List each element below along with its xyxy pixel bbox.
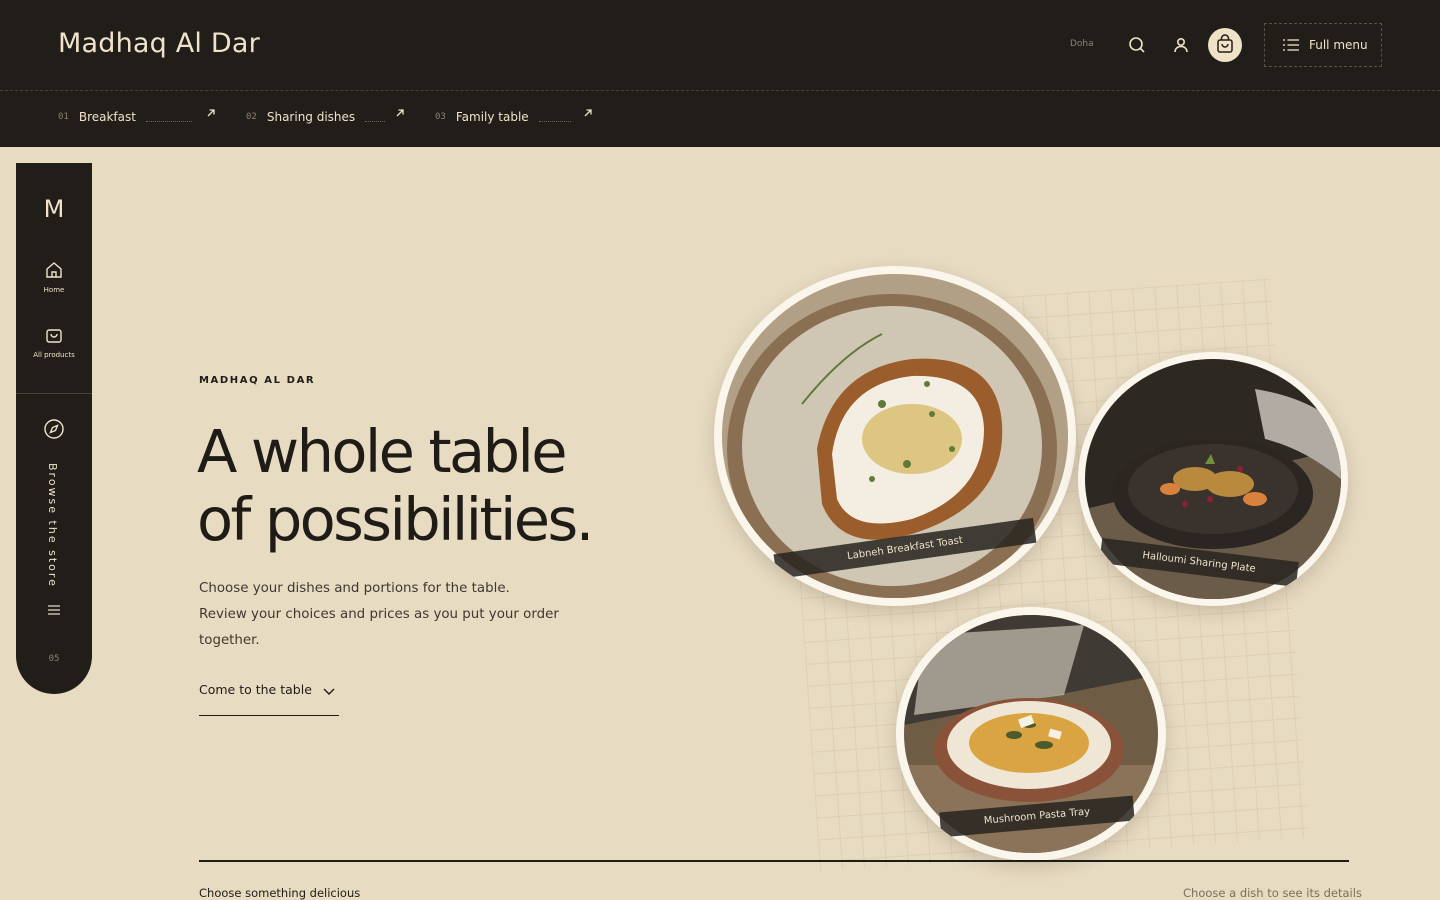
sidebar-item-label: Home <box>43 286 65 294</box>
menu-list-icon <box>1283 39 1299 51</box>
sidebar-count: 05 <box>48 654 60 664</box>
cart-icon <box>1217 34 1233 53</box>
sidebar-logo[interactable]: M <box>16 195 92 223</box>
category-link-breakfast[interactable]: 01 Breakfast <box>58 110 192 124</box>
bag-icon <box>46 329 62 343</box>
category-number: 02 <box>246 112 257 122</box>
headline-line: A whole table <box>197 417 568 486</box>
user-icon[interactable] <box>1170 34 1192 56</box>
category-dots <box>538 120 571 122</box>
category-number: 01 <box>58 112 69 122</box>
category-link-sharing[interactable]: 02 Sharing dishes <box>246 110 386 124</box>
category-number: 03 <box>435 112 446 122</box>
headline-line: of possibilities. <box>197 485 594 554</box>
search-icon[interactable] <box>1126 34 1148 56</box>
dish-card-halloumi[interactable]: Halloumi Sharing Plate <box>1078 352 1348 606</box>
dish-card-pasta[interactable]: Mushroom Pasta Tray <box>896 607 1166 861</box>
hero-subtext: Choose your dishes and portions for the … <box>199 576 559 654</box>
city-selector[interactable]: Doha <box>1070 39 1094 49</box>
brand-name[interactable]: Madhaq Al Dar <box>58 28 260 59</box>
sidebar-separator <box>16 393 92 394</box>
section-label-right: Choose a dish to see its details <box>1183 886 1362 900</box>
category-dots <box>145 120 192 122</box>
cart-button[interactable] <box>1208 28 1242 62</box>
category-label: Family table <box>455 110 529 124</box>
category-label: Sharing dishes <box>266 110 356 124</box>
browse-store-link[interactable]: Browse the store <box>46 463 59 588</box>
section-label-left: Choose something delicious <box>199 886 361 900</box>
arrow-up-right-icon[interactable] <box>206 108 216 118</box>
sidebar-item-home[interactable]: Home <box>16 260 92 294</box>
category-label: Breakfast <box>78 110 136 124</box>
category-dots <box>365 120 386 122</box>
subtext-line: Review your choices and prices as you pu… <box>199 607 559 648</box>
come-to-table-button[interactable]: Come to the table <box>199 682 339 716</box>
compass-icon[interactable] <box>43 418 65 440</box>
sidebar-item-all-products[interactable]: All products <box>16 325 92 359</box>
arrow-up-right-icon[interactable] <box>395 108 405 118</box>
section-rule <box>199 860 1349 862</box>
hero-eyebrow: MADHAQ AL DAR <box>199 375 316 386</box>
header-divider <box>0 90 1440 91</box>
sidebar-item-label: All products <box>33 351 75 359</box>
full-menu-button[interactable]: Full menu <box>1264 23 1382 67</box>
hero-headline: A whole table of possibilities. <box>197 418 717 554</box>
chevron-down-icon <box>323 688 335 695</box>
subtext-line: Choose your dishes and portions for the … <box>199 581 510 596</box>
sidebar: M Home All products Browse the store 05 <box>16 163 92 694</box>
dish-card-labneh[interactable]: Labneh Breakfast Toast <box>714 266 1076 606</box>
hamburger-icon[interactable] <box>48 604 60 616</box>
arrow-up-right-icon[interactable] <box>583 108 593 118</box>
home-icon <box>46 262 62 278</box>
top-header: Madhaq Al Dar Doha Full menu 01 Breakfas… <box>0 0 1440 147</box>
full-menu-label: Full menu <box>1309 38 1368 52</box>
cta-label: Come to the table <box>199 682 312 697</box>
category-link-family[interactable]: 03 Family table <box>435 110 571 124</box>
